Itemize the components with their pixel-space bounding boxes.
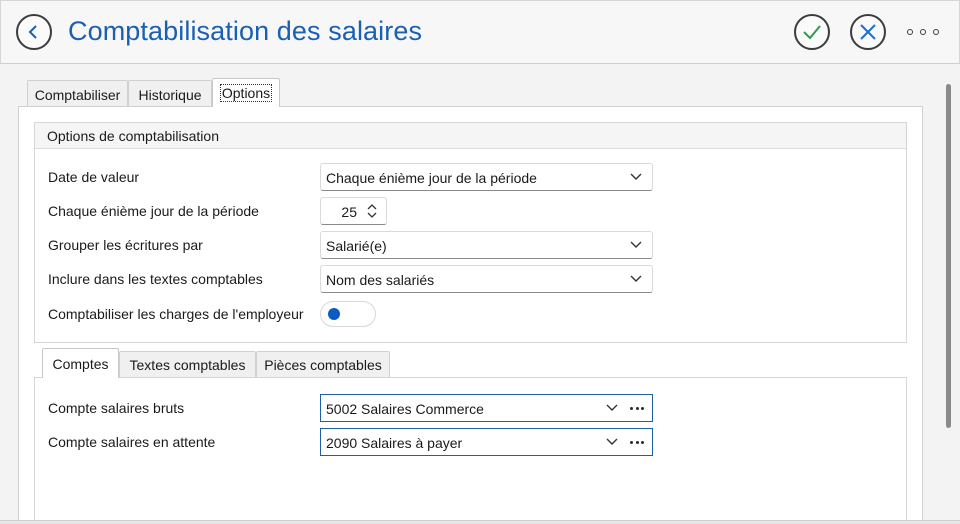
compte-attente-combo[interactable]: 2090 Salaires à payer <box>320 428 653 456</box>
cancel-button[interactable] <box>850 14 886 50</box>
ellipsis-icon[interactable] <box>630 441 644 444</box>
more-options-icon[interactable] <box>905 23 941 41</box>
chevron-down-icon <box>630 241 642 248</box>
charges-label: Comptabiliser les charges de l'employeur <box>48 306 304 322</box>
spin-up-down-icon[interactable] <box>366 203 378 219</box>
vertical-scrollbar[interactable] <box>946 84 951 428</box>
options-group-title: Options de comptabilisation <box>35 123 906 149</box>
inclure-label: Inclure dans les textes comptables <box>48 271 263 287</box>
charges-toggle[interactable] <box>320 301 376 327</box>
compte-bruts-combo[interactable]: 5002 Salaires Commerce <box>320 394 653 422</box>
subtab-textes-comptables[interactable]: Textes comptables <box>119 351 256 378</box>
toggle-knob <box>328 308 340 320</box>
enieme-jour-label: Chaque énième jour de la période <box>48 203 259 219</box>
inclure-select[interactable]: Nom des salariés <box>320 265 653 293</box>
chevron-down-icon <box>630 173 642 180</box>
confirm-button[interactable] <box>794 14 830 50</box>
date-valeur-select[interactable]: Chaque énième jour de la période <box>320 163 653 191</box>
close-x-icon <box>860 24 876 40</box>
page-title: Comptabilisation des salaires <box>68 16 423 46</box>
chevron-down-icon <box>630 275 642 282</box>
date-valeur-label: Date de valeur <box>48 169 140 185</box>
back-button[interactable] <box>16 14 52 50</box>
checkmark-icon <box>803 25 821 40</box>
compte-attente-label: Compte salaires en attente <box>48 434 216 450</box>
chevron-down-icon[interactable] <box>606 438 618 446</box>
chevron-down-icon[interactable] <box>606 404 618 412</box>
tab-historique[interactable]: Historique <box>128 80 212 108</box>
tab-comptabiliser[interactable]: Comptabiliser <box>27 80 128 108</box>
tab-options[interactable]: Options <box>212 78 280 107</box>
subtab-comptes[interactable]: Comptes <box>42 348 119 378</box>
grouper-label: Grouper les écritures par <box>48 237 203 253</box>
subtab-pieces-comptables[interactable]: Pièces comptables <box>256 351 390 378</box>
grouper-select[interactable]: Salarié(e) <box>320 231 653 259</box>
back-arrow-icon <box>28 25 37 39</box>
enieme-jour-spinner[interactable]: 25 <box>320 197 387 225</box>
compte-bruts-label: Compte salaires bruts <box>48 400 185 416</box>
ellipsis-icon[interactable] <box>630 407 644 410</box>
header-bar: Comptabilisation des salaires <box>0 0 960 64</box>
bottom-border <box>0 520 960 524</box>
